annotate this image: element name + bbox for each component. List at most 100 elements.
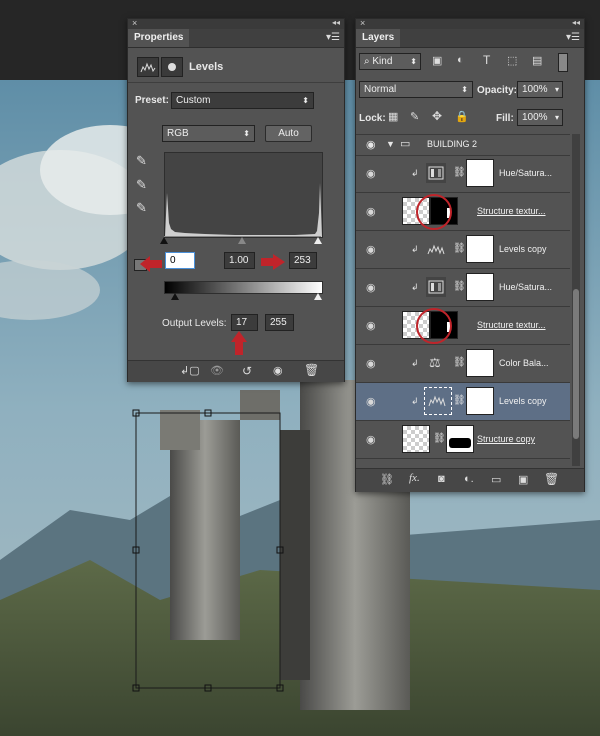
white-point-eyedropper-icon[interactable]: ✎ (136, 200, 147, 216)
input-white-slider[interactable] (314, 237, 322, 244)
reset-icon[interactable]: ↺ (242, 364, 252, 378)
filter-adjustment-icon[interactable]: ◐ (457, 54, 464, 66)
layer-row-selected[interactable]: ◉ ↲ ⛓ Levels copy (356, 383, 570, 421)
layer-row[interactable]: ◉ ↲ ⛓ Hue/Satura... (356, 269, 570, 307)
panel-menu-icon[interactable]: ▾☰ (326, 32, 340, 43)
mask-icon[interactable]: ◙ (438, 473, 445, 485)
channel-select[interactable]: RGB ⬍ (162, 125, 255, 142)
output-black-field[interactable]: 17 (231, 314, 258, 331)
lock-pixels-icon[interactable]: ✎ (410, 110, 419, 123)
layer-name[interactable]: Color Bala... (499, 358, 549, 368)
view-previous-icon[interactable]: 👁 (210, 364, 224, 377)
output-white-field[interactable]: 255 (265, 314, 294, 331)
preset-label: Preset: (135, 95, 169, 106)
eye-icon[interactable]: ◉ (366, 138, 376, 151)
close-icon[interactable]: × (360, 18, 365, 28)
input-gamma-field[interactable]: 1.00 (224, 252, 255, 269)
link-icon[interactable]: ⛓ (453, 167, 466, 178)
blend-mode-select[interactable]: Normal ⬍ (359, 81, 473, 98)
tab-properties[interactable]: Properties (128, 29, 190, 47)
eye-icon[interactable]: ◉ (366, 433, 376, 446)
link-icon[interactable]: ⛓ (433, 433, 446, 444)
layer-name[interactable]: Levels copy (499, 396, 547, 406)
disclosure-triangle-icon[interactable]: ▼ (386, 139, 395, 149)
layer-row[interactable]: ◉ Structure textur... (356, 307, 570, 345)
eye-icon[interactable]: ◉ (366, 281, 376, 294)
layer-row[interactable]: ◉ ⛓ Structure copy (356, 421, 570, 459)
eye-icon[interactable]: ◉ (366, 205, 376, 218)
input-black-slider[interactable] (160, 237, 168, 244)
filter-smartobject-icon[interactable]: ▤ (532, 54, 542, 67)
input-white-field[interactable]: 253 (289, 252, 317, 269)
layer-name[interactable]: Hue/Satura... (499, 168, 552, 178)
layer-row[interactable]: ◉ ↲ ⛓ Levels copy (356, 231, 570, 269)
layer-name[interactable]: Structure textur... (477, 320, 546, 330)
link-icon[interactable]: ⛓ (453, 243, 466, 254)
scroll-thumb[interactable] (573, 289, 579, 439)
levels-icon (424, 387, 452, 415)
panel-menu-icon[interactable]: ▾☰ (566, 32, 580, 43)
link-icon[interactable]: ⛓ (453, 281, 466, 292)
panel-title-strip[interactable]: × ◂◂ (356, 18, 584, 29)
trash-icon[interactable]: 🗑 (304, 363, 319, 377)
layer-thumbnail[interactable] (402, 425, 430, 453)
layer-row[interactable]: ◉ Structure textur... (356, 193, 570, 231)
group-row[interactable]: ◉ ▼ ▭ BUILDING 2 (356, 135, 570, 156)
mask-icon[interactable] (161, 57, 183, 77)
output-black-slider[interactable] (171, 293, 179, 300)
layer-row[interactable]: ◉ ↲ ⛓ Hue/Satura... (356, 155, 570, 193)
output-white-slider[interactable] (314, 293, 322, 300)
collapse-icon[interactable]: ◂◂ (332, 18, 340, 27)
mask-thumbnail[interactable] (466, 273, 494, 301)
layer-name[interactable]: Hue/Satura... (499, 282, 552, 292)
trash-icon[interactable]: 🗑 (544, 472, 559, 486)
eye-icon[interactable]: ◉ (366, 357, 376, 370)
gray-point-eyedropper-icon[interactable]: ✎ (136, 177, 147, 193)
link-icon[interactable]: ⛓ (380, 473, 394, 486)
layer-row[interactable]: ◉ ↲ ⚖ ⛓ Color Bala... (356, 345, 570, 383)
layer-name[interactable]: Structure copy (477, 434, 535, 444)
collapse-icon[interactable]: ◂◂ (572, 18, 580, 27)
link-icon[interactable]: ⛓ (453, 395, 466, 406)
new-layer-icon[interactable]: ▣ (518, 473, 528, 486)
clip-arrow-icon: ↲ (411, 282, 419, 292)
filter-type-icon[interactable]: T (483, 53, 490, 67)
layers-scrollbar[interactable] (572, 134, 580, 466)
filter-pixel-icon[interactable]: ▣ (432, 54, 442, 67)
black-point-eyedropper-icon[interactable]: ✎ (136, 153, 147, 169)
lock-transparency-icon[interactable]: ▦ (388, 110, 398, 123)
filter-toggle[interactable] (558, 53, 568, 72)
layer-name[interactable]: Levels copy (499, 244, 547, 254)
preset-select[interactable]: Custom ⬍ (171, 92, 314, 109)
mask-thumbnail[interactable] (466, 349, 494, 377)
auto-button[interactable]: Auto (265, 125, 312, 142)
mask-thumbnail[interactable] (466, 159, 494, 187)
close-icon[interactable]: × (132, 18, 137, 28)
mask-thumbnail[interactable] (466, 235, 494, 263)
input-black-field[interactable]: 0 (165, 252, 195, 269)
clip-arrow-icon: ↲ (411, 244, 419, 254)
filter-kind-select[interactable]: ⌕ Kind ⬍ (359, 53, 421, 70)
clip-to-layer-icon[interactable]: ↲▢ (180, 364, 200, 377)
link-icon[interactable]: ⛓ (453, 357, 466, 368)
panel-title-strip[interactable]: × ◂◂ (128, 18, 344, 29)
fill-field[interactable]: 100% ▾ (517, 109, 563, 126)
mask-thumbnail[interactable] (446, 425, 474, 453)
eye-icon[interactable]: ◉ (366, 167, 376, 180)
lock-position-icon[interactable]: ✥ (432, 109, 442, 123)
fx-icon[interactable]: fx. (409, 472, 420, 484)
tab-layers[interactable]: Layers (356, 29, 401, 47)
adjustment-icon[interactable]: ◐. (464, 473, 474, 485)
visibility-icon[interactable]: ◉ (273, 364, 283, 377)
filter-shape-icon[interactable]: ⬚ (507, 54, 517, 67)
eye-icon[interactable]: ◉ (366, 319, 376, 332)
eye-icon[interactable]: ◉ (366, 243, 376, 256)
eye-icon[interactable]: ◉ (366, 395, 376, 408)
lock-all-icon[interactable]: 🔒 (455, 110, 469, 123)
updown-icon: ⬍ (410, 57, 417, 66)
input-gamma-slider[interactable] (238, 237, 246, 244)
layer-name[interactable]: Structure textur... (477, 206, 546, 216)
folder-icon[interactable]: ▭ (491, 473, 501, 486)
mask-thumbnail[interactable] (466, 387, 494, 415)
opacity-field[interactable]: 100% ▾ (517, 81, 563, 98)
